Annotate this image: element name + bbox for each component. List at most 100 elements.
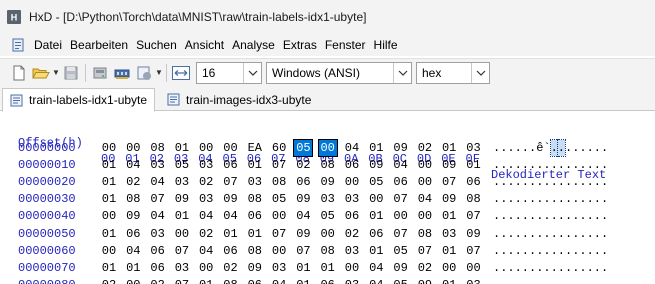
decoded-char[interactable]: . xyxy=(536,226,543,242)
bytes-per-row-select[interactable]: 16 xyxy=(196,61,262,84)
decoded-char[interactable]: . xyxy=(601,191,608,207)
decoded-char[interactable]: . xyxy=(500,140,507,156)
hex-byte[interactable]: 03 xyxy=(343,243,361,259)
hex-byte[interactable]: 00 xyxy=(440,260,458,276)
hex-byte[interactable]: 01 xyxy=(440,208,458,224)
decoded-char[interactable]: . xyxy=(579,243,586,259)
hex-editor-view[interactable]: Offset(h) 00 01 02 03 04 05 06 07 08 09 0A 0B 0C 0D 0E… xyxy=(0,112,655,284)
hex-byte[interactable]: 04 xyxy=(294,208,312,224)
decoded-char[interactable]: . xyxy=(493,208,500,224)
decoded-char[interactable]: . xyxy=(522,226,529,242)
hex-byte[interactable]: 02 xyxy=(343,226,361,242)
hex-byte[interactable]: 09 xyxy=(392,140,410,156)
hex-byte[interactable]: 00 xyxy=(319,226,337,242)
decoded-char[interactable]: . xyxy=(522,140,529,156)
hex-byte[interactable]: 00 xyxy=(173,226,191,242)
decoded-char[interactable]: . xyxy=(558,191,565,207)
hex-byte[interactable]: 09 xyxy=(392,260,410,276)
decoded-char[interactable]: . xyxy=(565,191,572,207)
hex-byte[interactable]: 08 xyxy=(246,191,264,207)
decoded-char[interactable]: . xyxy=(587,174,594,190)
decoded-char[interactable]: . xyxy=(572,243,579,259)
hex-byte[interactable]: 03 xyxy=(319,191,337,207)
decoded-char[interactable]: . xyxy=(549,139,559,157)
decoded-char[interactable]: . xyxy=(500,174,507,190)
decoded-char[interactable]: . xyxy=(536,277,543,284)
hex-byte[interactable]: 01 xyxy=(197,277,215,284)
hex-byte[interactable]: 08 xyxy=(149,140,167,156)
hex-byte[interactable]: 05 xyxy=(367,174,385,190)
decoded-char[interactable]: . xyxy=(587,260,594,276)
hex-byte[interactable]: 05 xyxy=(270,191,288,207)
hex-byte[interactable]: 01 xyxy=(100,174,118,190)
decoded-char[interactable]: . xyxy=(507,174,514,190)
hex-byte[interactable]: 04 xyxy=(197,243,215,259)
hex-byte[interactable]: 08 xyxy=(222,277,240,284)
decoded-char[interactable]: . xyxy=(493,226,500,242)
hex-byte[interactable]: 00 xyxy=(416,174,434,190)
decoded-char[interactable]: . xyxy=(601,208,608,224)
decoded-char[interactable]: . xyxy=(558,208,565,224)
hex-byte[interactable]: 04 xyxy=(197,208,215,224)
decoded-char[interactable]: . xyxy=(551,260,558,276)
decoded-char[interactable]: . xyxy=(572,140,579,156)
hex-byte[interactable]: 07 xyxy=(173,243,191,259)
menu-analyse[interactable]: Analyse xyxy=(228,35,279,55)
hex-byte[interactable]: 03 xyxy=(343,191,361,207)
hex-byte[interactable]: 09 xyxy=(367,157,385,173)
hex-byte[interactable]: 05 xyxy=(392,277,410,284)
decoded-char[interactable]: ` xyxy=(543,140,550,156)
hex-byte[interactable]: 04 xyxy=(270,277,288,284)
hex-byte[interactable]: 00 xyxy=(465,260,483,276)
hex-byte[interactable]: 06 xyxy=(149,260,167,276)
decoded-char[interactable]: . xyxy=(594,226,601,242)
decoded-char[interactable]: . xyxy=(594,174,601,190)
hex-byte[interactable]: 00 xyxy=(124,140,142,156)
hex-byte[interactable]: 06 xyxy=(222,243,240,259)
decoded-char[interactable]: . xyxy=(500,157,507,173)
decoded-char[interactable]: . xyxy=(500,243,507,259)
hex-byte[interactable]: 01 xyxy=(246,157,264,173)
hex-byte[interactable]: 08 xyxy=(319,157,337,173)
decoded-char[interactable]: . xyxy=(500,208,507,224)
decoded-char[interactable]: . xyxy=(515,243,522,259)
decoded-char[interactable]: . xyxy=(565,260,572,276)
decoded-char[interactable]: . xyxy=(493,277,500,284)
hex-byte[interactable]: 02 xyxy=(197,226,215,242)
decoded-char[interactable]: . xyxy=(556,139,567,157)
hex-byte[interactable]: 07 xyxy=(440,174,458,190)
decoded-char[interactable]: . xyxy=(522,277,529,284)
document-menu-icon[interactable] xyxy=(10,37,26,53)
decoded-char[interactable]: . xyxy=(551,191,558,207)
hex-byte[interactable]: 09 xyxy=(294,191,312,207)
hex-byte[interactable]: 07 xyxy=(222,174,240,190)
decoded-char[interactable]: . xyxy=(587,243,594,259)
decoded-char[interactable]: . xyxy=(601,243,608,259)
hex-byte[interactable]: 01 xyxy=(100,191,118,207)
decoded-char[interactable]: . xyxy=(493,260,500,276)
decoded-char[interactable]: . xyxy=(543,260,550,276)
decoded-char[interactable]: . xyxy=(579,140,586,156)
decoded-char[interactable]: . xyxy=(507,140,514,156)
decoded-char[interactable]: . xyxy=(587,226,594,242)
decoded-char[interactable]: . xyxy=(529,174,536,190)
decoded-char[interactable]: . xyxy=(579,157,586,173)
charset-select[interactable]: Windows (ANSI) xyxy=(266,61,412,84)
hex-byte[interactable]: 01 xyxy=(367,243,385,259)
hex-byte[interactable]: 04 xyxy=(149,208,167,224)
open-disk-icon[interactable] xyxy=(89,62,111,84)
hex-byte[interactable]: 00 xyxy=(343,174,361,190)
hex-byte[interactable]: 06 xyxy=(222,157,240,173)
decoded-char[interactable]: . xyxy=(601,260,608,276)
decoded-char[interactable]: . xyxy=(522,191,529,207)
hex-byte[interactable]: 02 xyxy=(222,260,240,276)
hex-byte[interactable]: 07 xyxy=(465,243,483,259)
hex-byte[interactable]: 04 xyxy=(222,208,240,224)
decoded-char[interactable]: . xyxy=(522,208,529,224)
hex-byte[interactable]: 01 xyxy=(246,226,264,242)
hex-byte[interactable]: 01 xyxy=(319,260,337,276)
decoded-char[interactable]: . xyxy=(500,226,507,242)
decoded-char[interactable]: ê xyxy=(536,140,543,156)
decoded-char[interactable]: . xyxy=(536,174,543,190)
decoded-char[interactable]: . xyxy=(558,157,565,173)
